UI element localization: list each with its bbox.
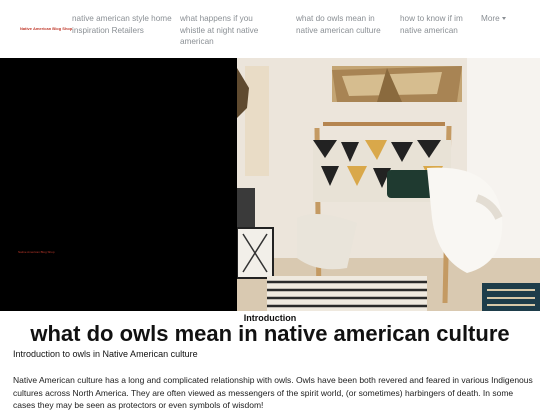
nav-link-know-if-native[interactable]: how to know if im native american (400, 13, 466, 36)
hero-banner: Native American Blog Shop (0, 58, 540, 311)
caret-down-icon (501, 17, 506, 21)
hero-image (237, 58, 540, 311)
section-subheading: Introduction to owls in Native American … (13, 349, 198, 359)
nav-link-owls-meaning[interactable]: what do owls mean in native american cul… (296, 13, 392, 36)
article-body: Native American culture has a long and c… (13, 375, 533, 410)
more-label: More (481, 14, 500, 23)
striped-rug (267, 276, 427, 311)
top-navbar: Native American Blog Shop native america… (0, 0, 540, 58)
hero-dark-panel: Native American Blog Shop (0, 58, 237, 311)
hero-small-text: Native American Blog Shop (18, 250, 55, 254)
page-title: what do owls mean in native american cul… (30, 321, 510, 346)
more-dropdown-toggle[interactable]: More (481, 13, 506, 25)
rug-right (482, 283, 540, 311)
living-room-illustration (237, 58, 540, 311)
nav-link-whistle-at-night[interactable]: what happens if you whistle at night nat… (180, 13, 278, 48)
nav-link-home-inspiration[interactable]: native american style home inspiration R… (72, 13, 172, 36)
wall-decor (332, 66, 462, 102)
site-logo[interactable]: Native American Blog Shop (20, 26, 72, 31)
